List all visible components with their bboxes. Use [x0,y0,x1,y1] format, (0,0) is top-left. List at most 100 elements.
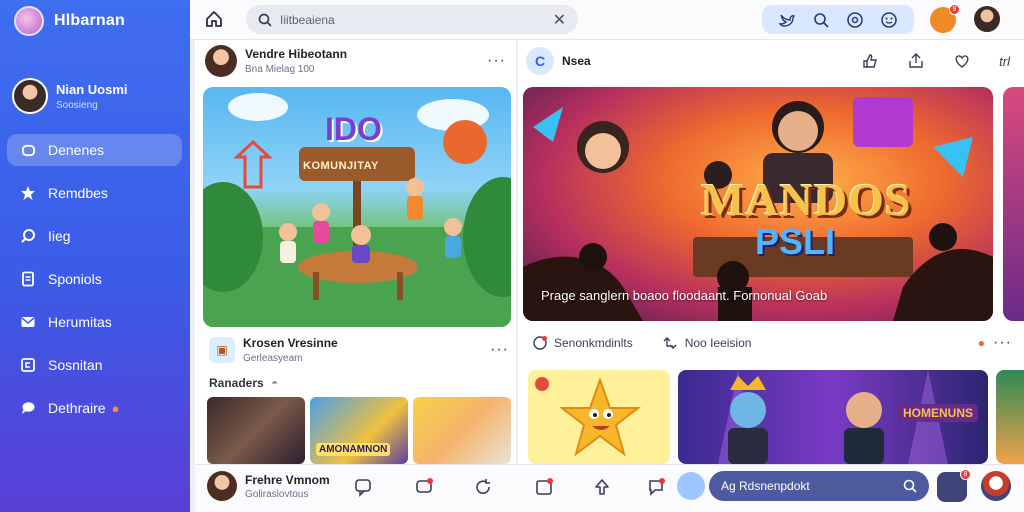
game-show-image[interactable]: MANDOS PSLI Prage sanglern boaoo floodaa… [523,87,993,321]
topbar: Iiitbeaiena ✕ 9 [190,0,1024,40]
app-logo [14,6,44,36]
sidebar-nav: Denenes Remdbes Iieg Sponiols Herumitas [7,134,182,435]
inbox-badge: 8 [960,469,971,480]
post-header: Vendre Hibeotann Bna Mielag 100 ··· [195,40,516,82]
comment-icon[interactable] [351,475,375,499]
compose-text[interactable]: Ag Rdsnenpdokt [721,479,810,493]
sidebar-item-label: Herumitas [48,314,112,330]
next-card-preview[interactable] [996,370,1024,464]
feed-right: C Nsea trl MANDOS PSLI Prage sanglern bo… [518,40,1024,464]
user-avatar[interactable] [972,4,1002,34]
zoom-icon[interactable] [811,10,831,30]
post-author[interactable]: Vendre Hibeotann [245,47,347,61]
game-icon[interactable]: ▣ [209,337,235,363]
bottom-user-subtitle: Goliraslovtous [245,488,309,500]
bubble-icon[interactable] [644,475,668,499]
notification-badge: 9 [949,4,960,15]
profile-button[interactable] [981,471,1011,501]
avatar [12,78,48,114]
target-icon[interactable] [845,10,865,30]
bottom-bar: Frehre Vmnom Goliraslovtous Ag Rdsnenpdo… [195,464,1024,512]
post-header: C Nsea trl [518,40,1024,82]
flame-icon: ● [111,400,120,416]
thumbnail-label: AMONAMNON [316,443,391,456]
sub-post-meta: Gerleasyeam [243,353,303,364]
feed-left: Vendre Hibeotann Bna Mielag 100 ··· IDO … [195,40,517,464]
star-icon [20,185,36,201]
avatar [207,471,237,501]
stage-card[interactable]: HOMENUNS [678,370,988,464]
sidebar-item-dethraire[interactable]: Dethraire ● [7,392,182,424]
top-action-group [762,5,914,34]
avatar[interactable] [205,45,237,77]
retweet-icon [661,335,679,351]
image-caption: Prage sanglern boaoo floodaant. Fornonua… [541,288,828,303]
smile-button[interactable] [677,472,705,500]
calendar-icon [20,357,36,373]
sidebar-item-herumitas[interactable]: Herumitas [7,306,182,338]
like-icon[interactable] [861,52,879,70]
share-icon[interactable] [907,52,925,70]
sidebar-profile[interactable]: Nian Uosmi Soosieng [12,78,128,114]
sidebar-item-label: Remdbes [48,185,108,201]
stage-card-label: HOMENUNS [898,404,979,422]
section-heading: Ranaders ◓ [209,376,278,390]
sidebar-item-iieg[interactable]: Iieg [7,220,182,252]
search-icon[interactable] [903,479,917,493]
sidebar-item-label: Sosnitan [48,357,103,373]
sidebar-item-sponiols[interactable]: Sponiols [7,263,182,295]
community-image[interactable]: IDO KOMUNJITAY [203,87,511,327]
next-image-preview[interactable] [1003,87,1024,321]
heart-icon[interactable] [953,52,971,70]
tril-action[interactable]: trl [999,54,1010,69]
sidebar-item-denenes[interactable]: Denenes [7,134,182,166]
home-icon [20,142,36,158]
thumbnail-3[interactable] [413,397,511,464]
more-icon[interactable]: ··· [993,334,1012,352]
sidebar: Hlbarnan Nian Uosmi Soosieng Denenes Rem… [0,0,190,512]
message-icon[interactable] [412,475,436,499]
profile-subtitle: Soosieng [56,99,98,111]
sidebar-item-label: Iieg [48,228,71,244]
home-icon[interactable] [204,9,226,31]
mail-icon [20,314,36,330]
search-input[interactable]: Iiitbeaiena [280,13,335,27]
inbox-button[interactable]: 8 [937,469,971,502]
section-heading-text: Ranaders [209,376,264,390]
channel-icon[interactable]: C [526,47,554,75]
sidebar-item-label: Dethraire [48,400,106,416]
badge-icon [535,377,549,391]
twitter-icon[interactable] [777,10,797,30]
bottom-user[interactable]: Frehre Vmnom Goliraslovtous [207,471,330,501]
emoji-icon[interactable] [879,10,899,30]
notification-button[interactable]: 9 [930,4,960,33]
chat-icon: ◓ [271,376,279,390]
star-card[interactable] [528,370,670,464]
post-meta: Bna Mielag 100 [245,64,315,75]
retweet-action[interactable]: Noo Ieeision [661,335,751,351]
document-icon [20,271,36,287]
close-icon[interactable]: ✕ [553,10,566,30]
speech-bubble-icon [20,400,36,416]
sidebar-item-sosnitan[interactable]: Sosnitan [7,349,182,381]
community-image-title: IDO [325,111,382,147]
compose-input[interactable]: Ag Rdsnenpdokt [709,471,929,501]
comment-action[interactable]: Senonkmdinlts [532,335,633,351]
community-image-banner: KOMUNJITAY [303,160,379,172]
more-icon[interactable]: ··· [487,52,506,70]
reaction-label: Senonkmdinlts [554,336,633,350]
search-bar[interactable]: Iiitbeaiena ✕ [246,5,578,34]
calendar-icon[interactable] [532,475,556,499]
thumbnail-2[interactable]: AMONAMNON [310,397,408,464]
thumbnail-1[interactable] [207,397,305,464]
channel-name[interactable]: Nsea [562,54,591,68]
search-icon [258,13,272,27]
upload-icon[interactable] [590,475,614,499]
fire-icon[interactable]: ● [978,336,985,350]
brand[interactable]: Hlbarnan [14,6,125,36]
more-icon[interactable]: ··· [490,341,509,359]
refresh-icon[interactable] [471,475,495,499]
sidebar-item-label: Sponiols [48,271,102,287]
sidebar-item-remdbes[interactable]: Remdbes [7,177,182,209]
sub-post-author[interactable]: Krosen Vresinne [243,336,338,350]
